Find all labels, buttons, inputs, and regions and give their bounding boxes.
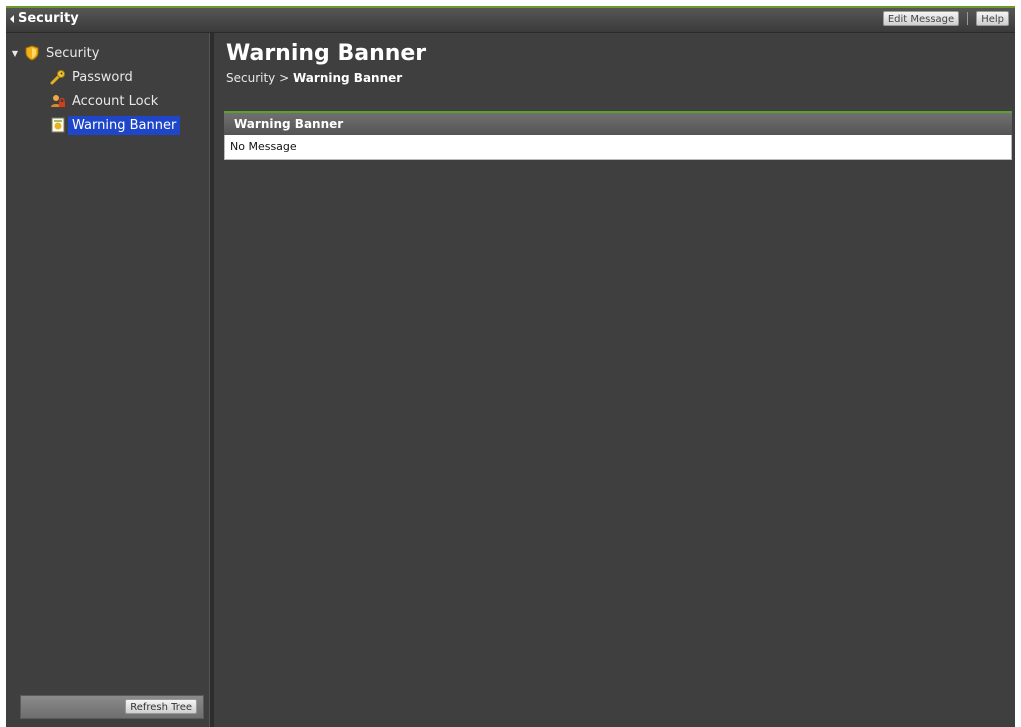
- back-title-link[interactable]: Security: [10, 11, 79, 26]
- breadcrumb-parent[interactable]: Security: [226, 71, 275, 85]
- main-content: Warning Banner Security > Warning Banner…: [218, 33, 1015, 727]
- breadcrumb: Security > Warning Banner: [226, 71, 402, 85]
- splitter-handle[interactable]: [209, 33, 214, 727]
- breadcrumb-current: Warning Banner: [293, 71, 403, 85]
- tree-item-label: Security: [46, 45, 100, 61]
- refresh-tree-button[interactable]: Refresh Tree: [125, 699, 197, 714]
- key-icon: [50, 69, 66, 85]
- edit-message-button[interactable]: Edit Message: [882, 11, 960, 26]
- app-window: Security Edit Message Help ▼ Security Pa…: [6, 6, 1015, 727]
- navigation-tree: ▼ Security Password Account Lock Warning…: [10, 41, 181, 137]
- tree-item-account-lock[interactable]: Account Lock: [10, 89, 180, 113]
- help-button[interactable]: Help: [976, 11, 1009, 26]
- tree-item-warning-banner[interactable]: Warning Banner: [10, 113, 181, 137]
- panel-header: Warning Banner: [224, 113, 1012, 135]
- back-arrow-icon: [10, 14, 14, 23]
- toolbar: Edit Message Help: [882, 11, 1009, 26]
- sidebar: ▼ Security Password Account Lock Warning…: [6, 33, 209, 727]
- user-lock-icon: [50, 93, 66, 109]
- sidebar-footer: Refresh Tree: [20, 695, 204, 719]
- tree-item-security[interactable]: ▼ Security: [10, 41, 180, 65]
- page-title: Warning Banner: [226, 41, 427, 66]
- tree-item-password[interactable]: Password: [10, 65, 180, 89]
- expand-arrow-icon[interactable]: ▼: [10, 49, 20, 58]
- tree-item-label-selected: Warning Banner: [68, 115, 181, 135]
- security-shield-icon: [24, 45, 40, 61]
- banner-document-icon: [50, 117, 66, 133]
- banner-message: No Message: [224, 135, 1012, 160]
- toolbar-divider: [967, 12, 969, 25]
- warning-banner-panel: Warning Banner No Message: [224, 111, 1012, 160]
- title-bar: Security Edit Message Help: [6, 8, 1015, 33]
- tree-item-label: Account Lock: [72, 93, 159, 109]
- window-title: Security: [18, 11, 79, 26]
- breadcrumb-separator: >: [279, 71, 290, 85]
- tree-item-label: Password: [72, 69, 133, 85]
